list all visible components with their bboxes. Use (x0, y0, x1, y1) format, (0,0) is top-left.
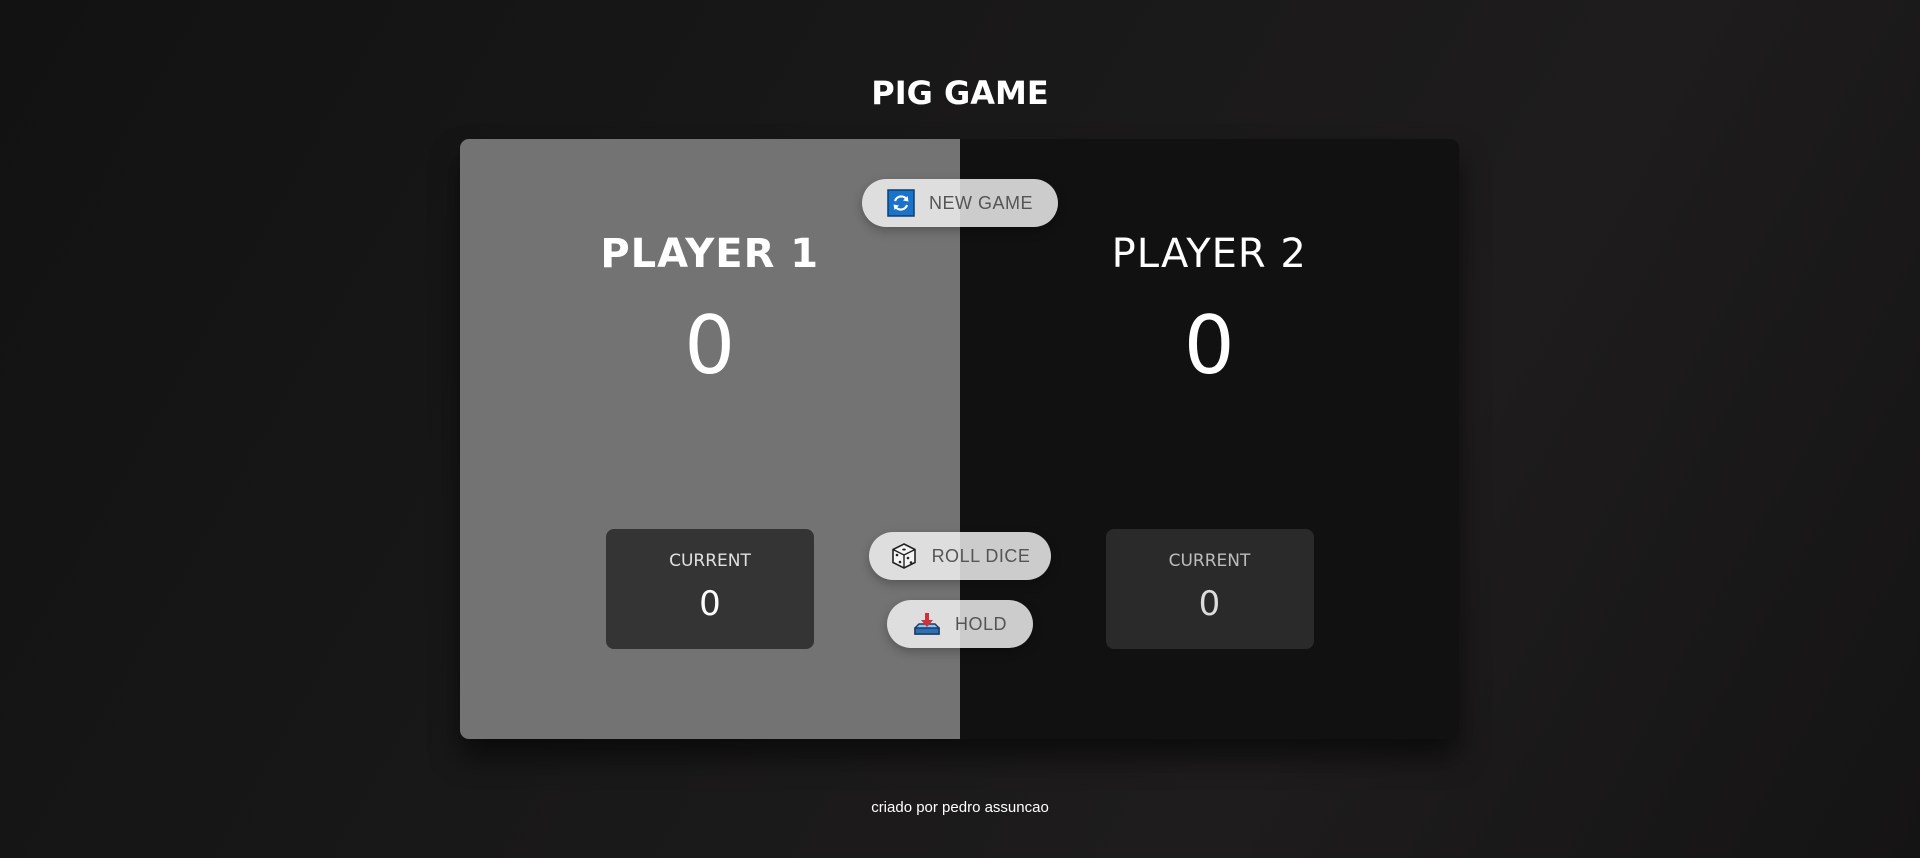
new-game-label: NEW GAME (928, 192, 1033, 213)
game-board: PLAYER 1 0 CURRENT 0 PLAYER 2 0 CURRENT … (460, 139, 1459, 739)
game-title: PIG GAME (871, 74, 1049, 112)
player-1-current-box: CURRENT 0 (606, 529, 814, 649)
dice-icon (890, 542, 918, 570)
player-2-score: 0 (1183, 299, 1235, 392)
player-1-name: PLAYER 1 (600, 231, 820, 277)
player-1-score: 0 (684, 299, 736, 392)
player-1-current-score: 0 (699, 584, 721, 624)
player-1-panel: PLAYER 1 0 CURRENT 0 (460, 139, 960, 739)
footer-credit: criado por pedro assuncao (871, 799, 1049, 816)
player-2-current-box: CURRENT 0 (1105, 529, 1314, 649)
player-2-current-label: CURRENT (1168, 551, 1251, 571)
player-1-current-label: CURRENT (669, 551, 751, 571)
player-2-panel: PLAYER 2 0 CURRENT 0 (959, 139, 1459, 739)
new-game-button[interactable]: NEW GAME (862, 179, 1058, 227)
hold-button[interactable]: HOLD (887, 600, 1033, 648)
hold-label: HOLD (954, 613, 1007, 634)
roll-dice-label: ROLL DICE (931, 545, 1031, 566)
player-2-current-score: 0 (1198, 584, 1221, 624)
roll-dice-button[interactable]: ROLL DICE (869, 532, 1051, 580)
refresh-icon (887, 189, 915, 217)
player-2-name: PLAYER 2 (1111, 231, 1307, 277)
download-tray-icon (913, 610, 941, 638)
